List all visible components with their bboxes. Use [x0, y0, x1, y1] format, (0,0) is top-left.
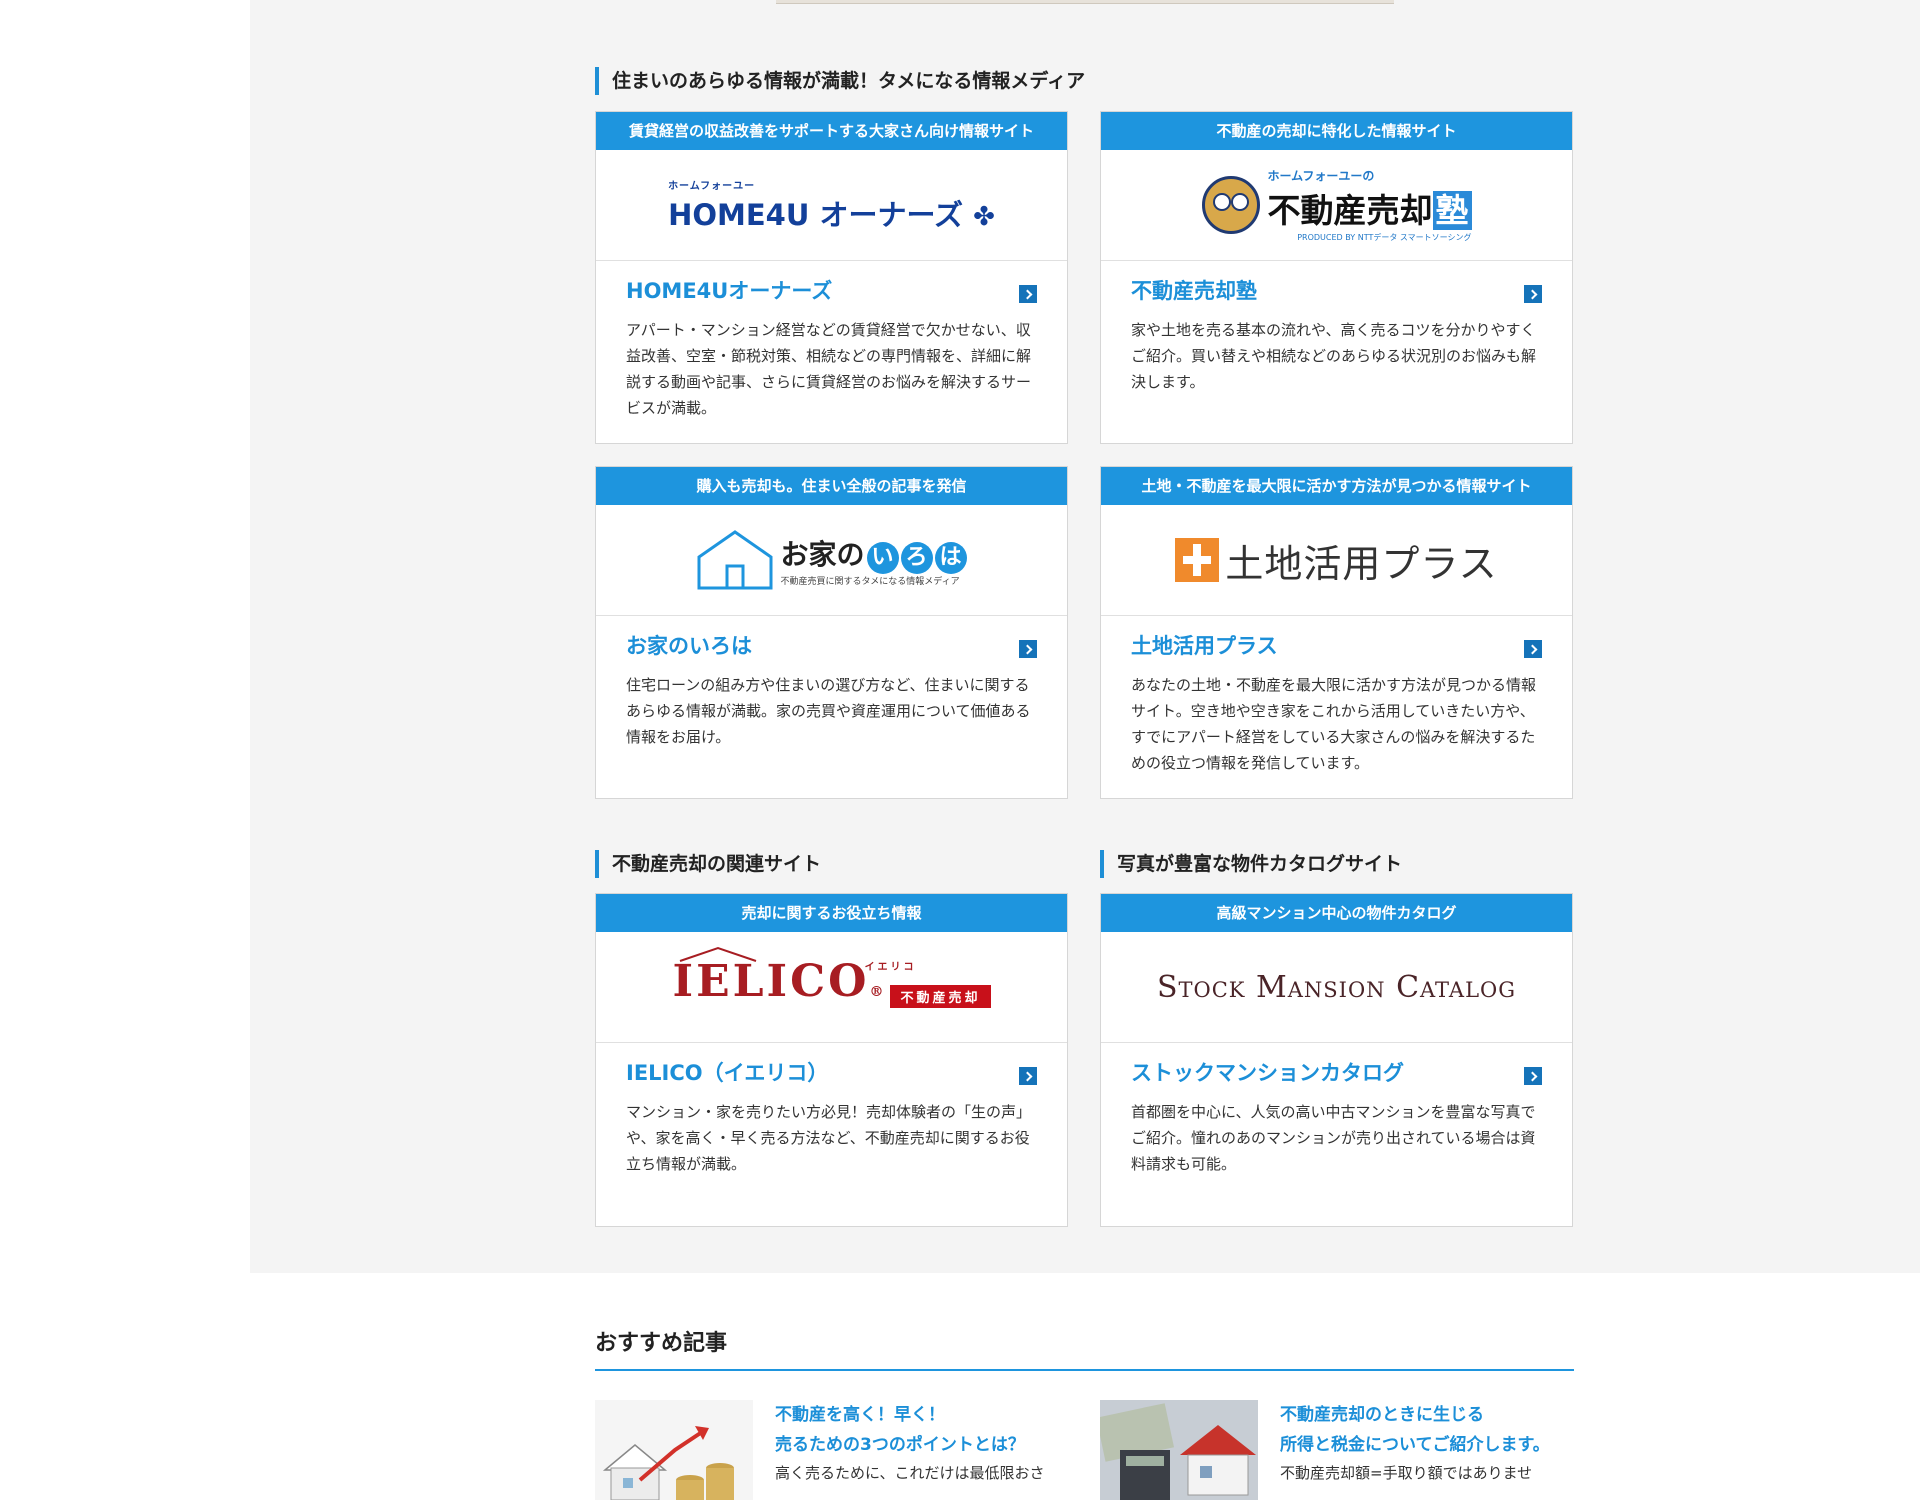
ouchi-iroha-logo[interactable]: お家のいろは 不動産売買に関するタメになる情報メディア	[596, 505, 1067, 616]
plus-mark-icon	[1175, 538, 1220, 582]
card-header: 賃貸経営の収益改善をサポートする大家さん向け情報サイト	[596, 112, 1067, 150]
roof-icon	[680, 946, 757, 962]
chevron-right-icon[interactable]	[1524, 285, 1542, 303]
card-description: 家や土地を売る基本の流れや、高く売るコツを分かりやすくご紹介。買い替えや相続など…	[1131, 321, 1537, 391]
media-section-heading: 住まいのあらゆる情報が満載！タメになる情報メディア	[595, 67, 1085, 95]
card-title-link[interactable]: HOME4Uオーナーズ	[626, 275, 1037, 307]
article-headline-line2[interactable]: 売るための3つのポイントとは？	[775, 1430, 1045, 1460]
logo-text: IELICO	[672, 956, 870, 1007]
card-tochi-katsuyo-plus[interactable]: 土地・不動産を最大限に活かす方法が見つかる情報サイト 土地活用プラス 土地活用プ…	[1100, 466, 1573, 799]
card-description: 住宅ローンの組み方や住まいの選び方など、住まいに関するあらゆる情報が満載。家の売…	[626, 676, 1031, 746]
chevron-right-icon[interactable]	[1019, 1067, 1037, 1085]
card-description: マンション・家を売りたい方必見！売却体験者の「生の声」や、家を高く・早く売る方法…	[626, 1103, 1032, 1173]
recommended-article[interactable]: 不動産売却のときに生じる 所得と税金についてご紹介します。 不動産売却額=手取り…	[1100, 1400, 1550, 1500]
card-title-link[interactable]: IELICO（イエリコ）	[626, 1057, 1037, 1089]
card-title-link[interactable]: 土地活用プラス	[1131, 630, 1542, 662]
card-description: アパート・マンション経営などの賃貸経営で欠かせない、収益改善、空室・節税対策、相…	[626, 321, 1032, 417]
logo-text: お家の	[780, 538, 865, 571]
card-ielico[interactable]: 売却に関するお役立ち情報 IELICO® イエリコ 不動産売却 IELICO（イ…	[595, 893, 1068, 1227]
logo-kana: ホームフォーユー	[668, 180, 756, 192]
recommended-article[interactable]: 不動産を高く！早く！ 売るための3つのポイントとは？ 高く売るために、これだけは…	[595, 1400, 1045, 1500]
house-coins-graph-image[interactable]	[595, 1400, 753, 1500]
logo-box-char: 塾	[1432, 191, 1472, 230]
chevron-right-icon[interactable]	[1019, 285, 1037, 303]
logo-text: HOME4U オーナーズ	[668, 197, 964, 232]
house-outline-icon	[696, 529, 774, 591]
logo-char-i: い	[866, 542, 899, 574]
chevron-right-icon[interactable]	[1524, 640, 1542, 658]
fudosan-juku-logo[interactable]: ホームフォーユーの 不動産売却塾 PRODUCED BY NTTデータ スマート…	[1101, 150, 1572, 261]
ielico-logo[interactable]: IELICO® イエリコ 不動産売却	[596, 932, 1067, 1043]
logo-kana: イエリコ	[864, 962, 917, 973]
home4u-owners-logo[interactable]: ホームフォーユー HOME4U オーナーズ ✤	[596, 150, 1067, 261]
card-header: 高級マンション中心の物件カタログ	[1101, 894, 1572, 932]
article-snippet: 不動産売却額=手取り額ではありませ	[1280, 1464, 1533, 1482]
card-header: 土地・不動産を最大限に活かす方法が見つかる情報サイト	[1101, 467, 1572, 505]
article-headline-line2[interactable]: 所得と税金についてご紹介します。	[1280, 1430, 1550, 1460]
owl-mascot-icon	[1201, 176, 1260, 234]
card-header: 不動産の売却に特化した情報サイト	[1101, 112, 1572, 150]
chevron-right-icon[interactable]	[1524, 1067, 1542, 1085]
article-snippet: 高く売るために、これだけは最低限おさ	[775, 1464, 1045, 1482]
logo-text: Stock Mansion Catalog	[1156, 969, 1517, 1005]
recommended-divider	[595, 1369, 1574, 1371]
logo-char-ha: は	[934, 542, 967, 574]
clover-icon: ✤	[973, 201, 995, 232]
article-headline-line1[interactable]: 不動産を高く！早く！	[775, 1400, 1045, 1430]
banner-image-edge	[776, 0, 1394, 4]
card-title-link[interactable]: ストックマンションカタログ	[1131, 1057, 1542, 1089]
card-ouchi-no-iroha[interactable]: 購入も売却も。住まい全般の記事を発信 お家のいろは 不動産売買に関するタメになる…	[595, 466, 1068, 799]
content-background	[250, 0, 1920, 1273]
logo-kana: ホームフォーユーの	[1267, 169, 1375, 183]
catalog-section-heading: 写真が豊富な物件カタログサイト	[1100, 850, 1402, 878]
card-fudosan-baikyaku-juku[interactable]: 不動産の売却に特化した情報サイト ホームフォーユーの 不動産売却塾 PRODUC…	[1100, 111, 1573, 444]
card-header: 購入も売却も。住まい全般の記事を発信	[596, 467, 1067, 505]
card-description: あなたの土地・不動産を最大限に活かす方法が見つかる情報サイト。空き地や空き家をこ…	[1131, 676, 1537, 772]
chevron-right-icon[interactable]	[1019, 640, 1037, 658]
logo-producer: PRODUCED BY NTTデータ スマートソーシング	[1297, 233, 1472, 242]
card-description: 首都圏を中心に、人気の高い中古マンションを豊富な写真でご紹介。憧れのあのマンショ…	[1131, 1103, 1536, 1173]
article-headline-line1[interactable]: 不動産売却のときに生じる	[1280, 1400, 1550, 1430]
card-home4u-owners[interactable]: 賃貸経営の収益改善をサポートする大家さん向け情報サイト ホームフォーユー HOM…	[595, 111, 1068, 444]
logo-text: 土地活用プラス	[1225, 541, 1498, 586]
card-title-link[interactable]: お家のいろは	[626, 630, 1037, 662]
logo-tagline: 不動産売買に関するタメになる情報メディア	[780, 577, 960, 587]
related-section-heading: 不動産売却の関連サイト	[595, 850, 821, 878]
logo-text: 不動産売却	[1267, 191, 1433, 230]
tochi-katsuyo-logo[interactable]: 土地活用プラス	[1101, 505, 1572, 616]
card-header: 売却に関するお役立ち情報	[596, 894, 1067, 932]
card-stock-mansion-catalog[interactable]: 高級マンション中心の物件カタログ Stock Mansion Catalog ス…	[1100, 893, 1573, 1227]
card-title-link[interactable]: 不動産売却塾	[1131, 275, 1542, 307]
logo-char-ro: ろ	[900, 542, 933, 574]
stock-mansion-logo[interactable]: Stock Mansion Catalog	[1101, 932, 1572, 1043]
recommended-title: おすすめ記事	[595, 1331, 728, 1356]
house-money-calculator-image[interactable]	[1100, 1400, 1258, 1500]
